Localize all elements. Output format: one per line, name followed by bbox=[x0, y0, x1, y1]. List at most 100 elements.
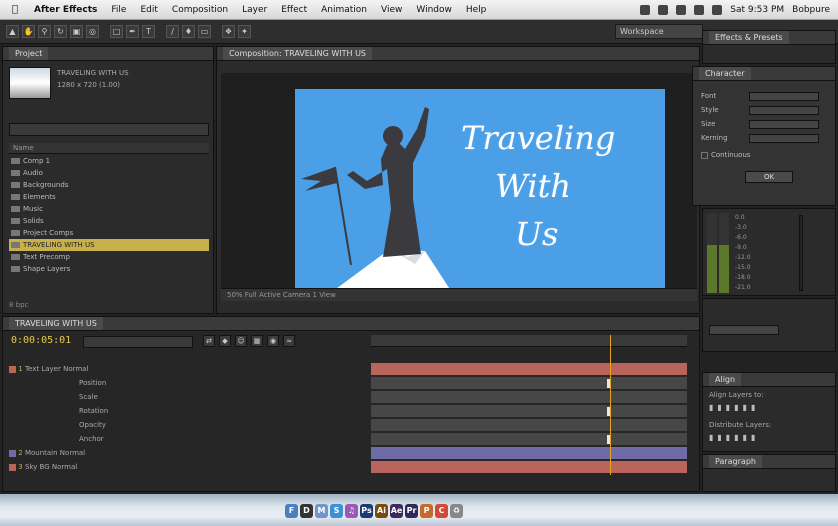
property-row[interactable]: Scale bbox=[9, 391, 365, 403]
menu-app-name[interactable]: After Effects bbox=[34, 5, 97, 15]
roto-tool-icon[interactable]: ❖ bbox=[222, 25, 235, 38]
layer-mode[interactable]: Normal bbox=[63, 365, 88, 373]
viewer-controls[interactable]: 50% Full Active Camera 1 View bbox=[221, 288, 697, 301]
property-track[interactable] bbox=[371, 433, 687, 445]
menu-help[interactable]: Help bbox=[466, 5, 487, 15]
menu-clock[interactable]: Sat 9:53 PM bbox=[730, 5, 784, 15]
comp-mini-flowchart-icon[interactable]: ⇄ bbox=[203, 335, 215, 347]
tab-composition[interactable]: Composition: TRAVELING WITH US bbox=[223, 47, 372, 60]
distribute-buttons[interactable]: ▮▮▮▮▮▮ bbox=[709, 433, 759, 442]
checkbox-icon[interactable] bbox=[701, 151, 708, 159]
trash-icon[interactable]: ♻ bbox=[450, 504, 463, 518]
layer-name[interactable]: Mountain bbox=[25, 449, 58, 457]
photoshop-icon[interactable]: Ps bbox=[360, 504, 373, 518]
tab-timeline[interactable]: TRAVELING WITH US bbox=[9, 317, 103, 330]
project-column-header[interactable]: Name bbox=[9, 143, 209, 154]
brush-tool-icon[interactable]: ∕ bbox=[166, 25, 179, 38]
premiere-icon[interactable]: Pr bbox=[405, 504, 418, 518]
style-field[interactable] bbox=[749, 106, 819, 115]
menu-view[interactable]: View bbox=[381, 5, 402, 15]
sync-icon[interactable] bbox=[658, 5, 669, 15]
pan-behind-tool-icon[interactable]: ◎ bbox=[86, 25, 99, 38]
label-color[interactable] bbox=[9, 365, 16, 373]
list-item-selected[interactable]: TRAVELING WITH US bbox=[9, 239, 209, 251]
motion-blur-icon[interactable]: ◉ bbox=[267, 335, 279, 347]
bluetooth-icon[interactable] bbox=[676, 5, 687, 15]
composition-frame[interactable]: Traveling With Us bbox=[295, 89, 665, 297]
apple-icon[interactable]:  bbox=[12, 4, 26, 15]
layer-row[interactable]: 3 Sky BG Normal bbox=[9, 461, 365, 473]
property-row[interactable]: Position bbox=[9, 377, 365, 389]
itunes-icon[interactable]: ♫ bbox=[345, 504, 358, 518]
pen-tool-icon[interactable]: ✒ bbox=[126, 25, 139, 38]
list-item[interactable]: Elements bbox=[9, 191, 209, 203]
selection-tool-icon[interactable]: ▲ bbox=[6, 25, 19, 38]
layer-name[interactable]: Sky BG bbox=[25, 463, 50, 471]
timecode-display[interactable]: 0:00:05:01 bbox=[11, 335, 71, 346]
layer-row[interactable]: 1 Text Layer Normal bbox=[9, 363, 365, 375]
after-effects-icon[interactable]: Ae bbox=[390, 504, 403, 518]
hand-tool-icon[interactable]: ✋ bbox=[22, 25, 35, 38]
audio-slider[interactable] bbox=[799, 215, 803, 291]
property-track[interactable] bbox=[371, 391, 687, 403]
property-row[interactable]: Anchor bbox=[9, 433, 365, 445]
menu-effect[interactable]: Effect bbox=[281, 5, 307, 15]
time-ruler[interactable] bbox=[371, 335, 687, 347]
tab-align[interactable]: Align bbox=[709, 373, 742, 386]
list-item[interactable]: Shape Layers bbox=[9, 263, 209, 275]
list-item[interactable]: Comp 1 bbox=[9, 155, 209, 167]
ok-button[interactable]: OK bbox=[745, 171, 793, 183]
kerning-field[interactable] bbox=[749, 134, 819, 143]
menu-layer[interactable]: Layer bbox=[242, 5, 267, 15]
current-time-indicator[interactable] bbox=[610, 335, 611, 475]
mail-icon[interactable]: M bbox=[315, 504, 328, 518]
menu-window[interactable]: Window bbox=[416, 5, 452, 15]
project-search-input[interactable] bbox=[9, 123, 209, 136]
puppet-tool-icon[interactable]: ✦ bbox=[238, 25, 251, 38]
property-track[interactable] bbox=[371, 419, 687, 431]
property-row[interactable]: Opacity bbox=[9, 419, 365, 431]
preview-field[interactable] bbox=[709, 325, 779, 335]
layer-bar[interactable] bbox=[371, 461, 687, 473]
calendar-icon[interactable]: C bbox=[435, 504, 448, 518]
layer-mode[interactable]: Normal bbox=[60, 449, 85, 457]
rectangle-tool-icon[interactable]: □ bbox=[110, 25, 123, 38]
menu-composition[interactable]: Composition bbox=[172, 5, 228, 15]
align-buttons[interactable]: ▮▮▮▮▮▮ bbox=[709, 403, 759, 412]
continuous-checkbox[interactable]: Continuous bbox=[701, 151, 751, 159]
type-tool-icon[interactable]: T bbox=[142, 25, 155, 38]
list-item[interactable]: Text Precomp bbox=[9, 251, 209, 263]
shy-icon[interactable]: ☺ bbox=[235, 335, 247, 347]
zoom-tool-icon[interactable]: ⚲ bbox=[38, 25, 51, 38]
workspace-select[interactable]: Workspace bbox=[615, 24, 703, 39]
label-color[interactable] bbox=[9, 449, 16, 457]
size-field[interactable] bbox=[749, 120, 819, 129]
eraser-tool-icon[interactable]: ▭ bbox=[198, 25, 211, 38]
clone-tool-icon[interactable]: ♦ bbox=[182, 25, 195, 38]
volume-icon[interactable] bbox=[712, 5, 723, 15]
graph-editor-icon[interactable]: ≈ bbox=[283, 335, 295, 347]
composition-viewer[interactable]: Traveling With Us 50% Full Active Camera… bbox=[221, 73, 697, 301]
font-field[interactable] bbox=[749, 92, 819, 101]
list-item[interactable]: Project Comps bbox=[9, 227, 209, 239]
list-item[interactable]: Music bbox=[9, 203, 209, 215]
draft-3d-icon[interactable]: ◆ bbox=[219, 335, 231, 347]
menu-file[interactable]: File bbox=[111, 5, 126, 15]
tab-effects-presets[interactable]: Effects & Presets bbox=[709, 31, 789, 44]
tab-project[interactable]: Project bbox=[9, 47, 49, 60]
list-item[interactable]: Backgrounds bbox=[9, 179, 209, 191]
frame-blend-icon[interactable]: ▦ bbox=[251, 335, 263, 347]
menu-animation[interactable]: Animation bbox=[321, 5, 367, 15]
illustrator-icon[interactable]: Ai bbox=[375, 504, 388, 518]
layer-bar[interactable] bbox=[371, 363, 687, 375]
wifi-icon[interactable] bbox=[694, 5, 705, 15]
dropbox-icon[interactable] bbox=[640, 5, 651, 15]
safari-icon[interactable]: S bbox=[330, 504, 343, 518]
finder-icon[interactable]: F bbox=[285, 504, 298, 518]
timeline-search-input[interactable] bbox=[83, 336, 193, 348]
property-track[interactable] bbox=[371, 405, 687, 417]
property-row[interactable]: Rotation bbox=[9, 405, 365, 417]
bit-depth-label[interactable]: 8 bpc bbox=[9, 301, 28, 309]
menu-user[interactable]: Bobpure bbox=[792, 5, 830, 15]
list-item[interactable]: Audio bbox=[9, 167, 209, 179]
